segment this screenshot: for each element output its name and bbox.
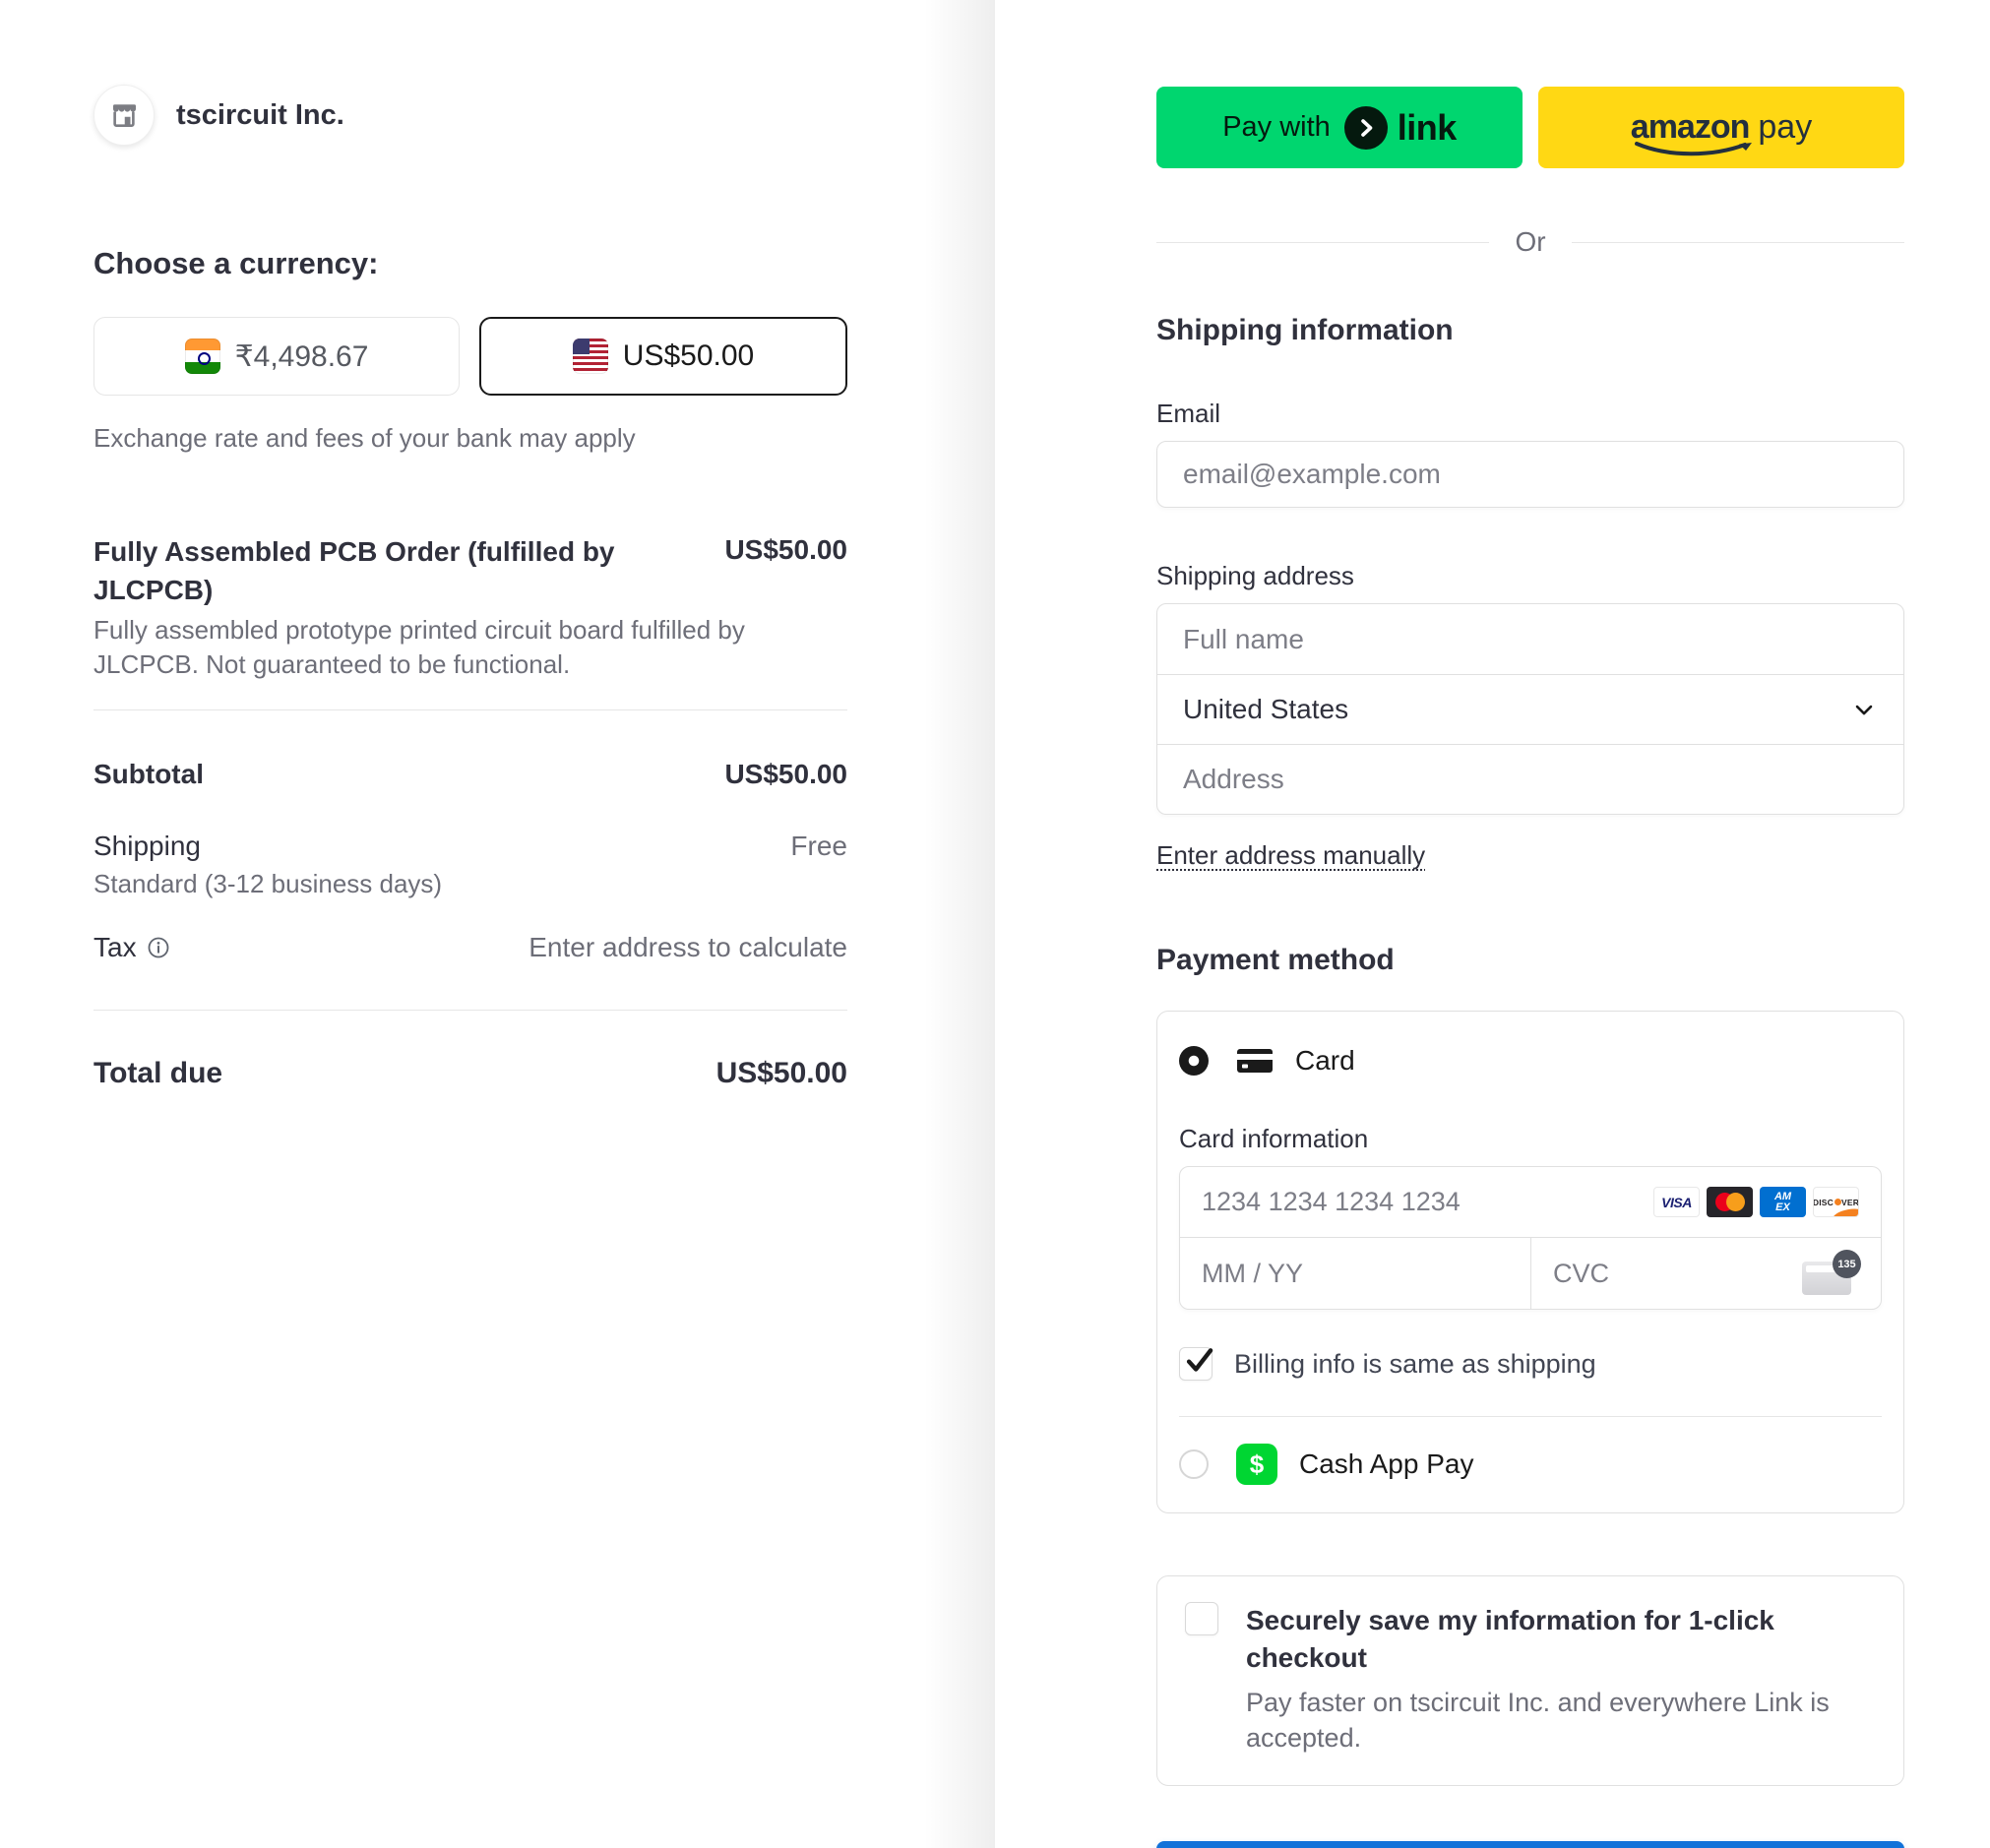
express-checkout: Pay with link amazon — [1156, 87, 1904, 168]
shipping-value: Free — [790, 831, 847, 862]
total-row: Total due US$50.00 — [93, 1057, 847, 1090]
line-item: Fully Assembled PCB Order (fulfilled by … — [93, 532, 847, 609]
card-information-label: Card information — [1179, 1124, 1882, 1154]
subtotal-label: Subtotal — [93, 759, 204, 790]
country-value: United States — [1183, 694, 1348, 725]
line-item-price: US$50.00 — [724, 532, 847, 566]
billing-same-checkbox[interactable] — [1179, 1347, 1213, 1381]
amazon-smile-icon — [1635, 141, 1757, 158]
full-name-input[interactable] — [1183, 604, 1878, 674]
enter-address-manually-link[interactable]: Enter address manually — [1156, 840, 1425, 871]
expiry-input[interactable] — [1202, 1259, 1509, 1289]
card-option-label: Card — [1295, 1045, 1355, 1077]
shipping-info-heading: Shipping information — [1156, 314, 1904, 347]
billing-same-row: Billing info is same as shipping — [1179, 1347, 1882, 1381]
email-input[interactable] — [1156, 441, 1904, 508]
total-label: Total due — [93, 1057, 222, 1090]
total-divider — [93, 1010, 847, 1011]
or-label: Or — [1515, 226, 1545, 258]
cashapp-radio[interactable] — [1179, 1449, 1209, 1479]
currency-selector: ₹4,498.67 US$50.00 — [93, 317, 847, 396]
exchange-rate-note: Exchange rate and fees of your bank may … — [93, 423, 847, 454]
payment-method-heading: Payment method — [1156, 944, 1904, 977]
cashapp-option-label: Cash App Pay — [1299, 1448, 1473, 1480]
discover-icon: DISC VER — [1813, 1187, 1859, 1217]
discover-swoosh — [1832, 1206, 1859, 1217]
merchant-header: tscircuit Inc. — [93, 85, 847, 146]
panel-divider-shadow — [924, 0, 995, 1848]
country-select[interactable]: United States — [1157, 674, 1903, 744]
link-arrow-icon — [1344, 106, 1388, 150]
total-value: US$50.00 — [716, 1057, 847, 1090]
card-option-row[interactable]: Card — [1179, 1045, 1882, 1077]
card-brand-icons: VISA AM EX — [1653, 1187, 1859, 1217]
amazon-pay-word: pay — [1758, 108, 1812, 147]
card-input-group: VISA AM EX — [1179, 1166, 1882, 1310]
subtotal-value: US$50.00 — [724, 759, 847, 790]
summary-divider — [93, 709, 847, 710]
line-item-title-line1: Fully Assembled PCB Order (fulfilled by — [93, 532, 615, 571]
shipping-method: Standard (3-12 business days) — [93, 869, 442, 899]
tax-value: Enter address to calculate — [529, 932, 847, 963]
shipping-address-group: United States — [1156, 603, 1904, 815]
inr-amount: ₹4,498.67 — [235, 339, 369, 374]
currency-heading: Choose a currency: — [93, 246, 847, 281]
checkout-page: tscircuit Inc. Choose a currency: ₹4,498… — [0, 0, 1990, 1848]
shipping-row: Shipping Standard (3-12 business days) F… — [93, 831, 847, 899]
payment-method-box: Card Card information VISA — [1156, 1011, 1904, 1513]
cashapp-option-row[interactable]: $ Cash App Pay — [1157, 1417, 1903, 1512]
currency-option-inr[interactable]: ₹4,498.67 — [93, 317, 460, 396]
link-wordmark: link — [1398, 107, 1457, 149]
save-info-title: Securely save my information for 1-click… — [1246, 1602, 1830, 1677]
storefront-icon — [109, 100, 139, 130]
info-icon[interactable] — [147, 936, 170, 959]
us-flag-icon — [573, 339, 608, 374]
save-info-description: Pay faster on tscircuit Inc. and everywh… — [1246, 1685, 1830, 1756]
india-flag-icon — [185, 339, 220, 374]
card-number-input[interactable] — [1202, 1187, 1653, 1217]
tax-label: Tax — [93, 932, 137, 963]
link-prefix-label: Pay with — [1222, 111, 1331, 144]
mastercard-icon — [1707, 1187, 1753, 1217]
billing-same-label: Billing info is same as shipping — [1234, 1349, 1596, 1380]
visa-icon: VISA — [1653, 1187, 1700, 1217]
merchant-name: tscircuit Inc. — [176, 99, 344, 132]
pay-with-link-button[interactable]: Pay with link — [1156, 87, 1523, 168]
card-radio[interactable] — [1179, 1046, 1209, 1076]
pay-button[interactable]: Pay — [1156, 1841, 1904, 1848]
line-item-description: Fully assembled prototype printed circui… — [93, 613, 847, 682]
tax-row: Tax Enter address to calculate — [93, 932, 847, 963]
chevron-down-icon — [1850, 696, 1878, 723]
order-summary-panel: tscircuit Inc. Choose a currency: ₹4,498… — [0, 0, 995, 1848]
line-item-desc-line1: Fully assembled prototype printed circui… — [93, 613, 847, 647]
shipping-address-label: Shipping address — [1156, 561, 1904, 591]
discover-dot — [1835, 1199, 1841, 1205]
cvc-hint-icon: 135 — [1802, 1252, 1859, 1295]
email-label: Email — [1156, 399, 1904, 429]
amazon-pay-button[interactable]: amazon pay — [1538, 87, 1904, 168]
address-input[interactable] — [1183, 745, 1878, 814]
shipping-label: Shipping — [93, 831, 442, 862]
line-item-title: Fully Assembled PCB Order (fulfilled by … — [93, 532, 615, 609]
currency-option-usd[interactable]: US$50.00 — [479, 317, 847, 396]
card-icon — [1236, 1047, 1274, 1075]
checkout-form-panel: Pay with link amazon — [995, 0, 1990, 1848]
merchant-avatar — [93, 85, 155, 146]
subtotal-row: Subtotal US$50.00 — [93, 759, 847, 790]
save-info-checkbox[interactable] — [1185, 1602, 1218, 1635]
or-divider: Or — [1156, 226, 1904, 258]
cashapp-icon: $ — [1236, 1444, 1277, 1485]
usd-amount: US$50.00 — [623, 339, 754, 373]
amazon-wordmark: amazon — [1631, 108, 1750, 147]
line-item-desc-line2: JLCPCB. Not guaranteed to be functional. — [93, 647, 847, 682]
save-info-box: Securely save my information for 1-click… — [1156, 1575, 1904, 1786]
line-item-title-line2: JLCPCB) — [93, 571, 615, 609]
cvc-input[interactable] — [1553, 1259, 1802, 1289]
amex-icon: AM EX — [1760, 1187, 1806, 1217]
